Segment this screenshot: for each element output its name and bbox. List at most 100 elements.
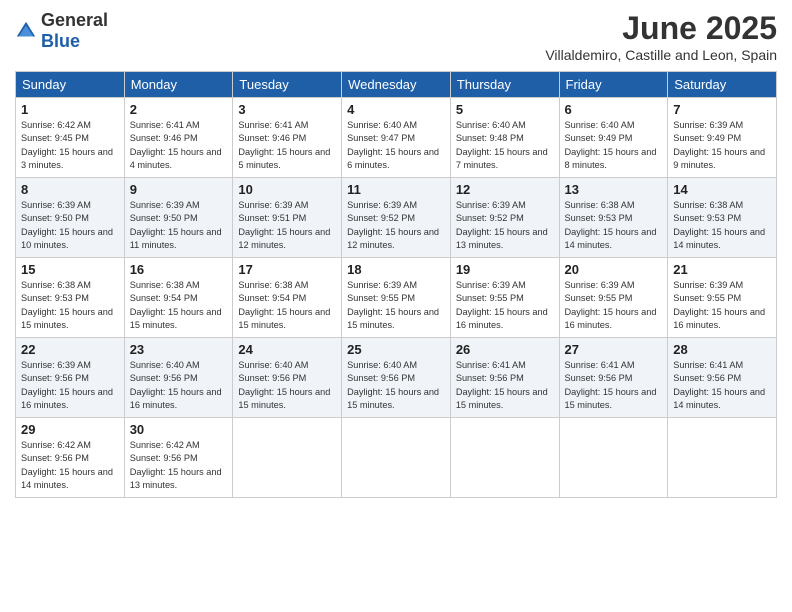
day-number: 30	[130, 422, 228, 437]
table-row: 22 Sunrise: 6:39 AMSunset: 9:56 PMDaylig…	[16, 338, 125, 418]
week-row: 29 Sunrise: 6:42 AMSunset: 9:56 PMDaylig…	[16, 418, 777, 498]
calendar-table: Sunday Monday Tuesday Wednesday Thursday…	[15, 71, 777, 498]
day-number: 18	[347, 262, 445, 277]
week-row: 1 Sunrise: 6:42 AMSunset: 9:45 PMDayligh…	[16, 98, 777, 178]
header: General Blue June 2025 Villaldemiro, Cas…	[15, 10, 777, 63]
day-number: 28	[673, 342, 771, 357]
table-row	[342, 418, 451, 498]
col-friday: Friday	[559, 72, 668, 98]
month-title: June 2025	[545, 10, 777, 47]
table-row	[450, 418, 559, 498]
table-row: 20 Sunrise: 6:39 AMSunset: 9:55 PMDaylig…	[559, 258, 668, 338]
table-row: 29 Sunrise: 6:42 AMSunset: 9:56 PMDaylig…	[16, 418, 125, 498]
day-info: Sunrise: 6:38 AMSunset: 9:54 PMDaylight:…	[130, 280, 222, 330]
table-row: 27 Sunrise: 6:41 AMSunset: 9:56 PMDaylig…	[559, 338, 668, 418]
day-info: Sunrise: 6:41 AMSunset: 9:46 PMDaylight:…	[130, 120, 222, 170]
day-number: 29	[21, 422, 119, 437]
day-info: Sunrise: 6:42 AMSunset: 9:56 PMDaylight:…	[21, 440, 113, 490]
day-number: 20	[565, 262, 663, 277]
day-number: 12	[456, 182, 554, 197]
day-info: Sunrise: 6:39 AMSunset: 9:55 PMDaylight:…	[565, 280, 657, 330]
day-info: Sunrise: 6:39 AMSunset: 9:50 PMDaylight:…	[130, 200, 222, 250]
day-info: Sunrise: 6:40 AMSunset: 9:49 PMDaylight:…	[565, 120, 657, 170]
week-row: 15 Sunrise: 6:38 AMSunset: 9:53 PMDaylig…	[16, 258, 777, 338]
day-info: Sunrise: 6:38 AMSunset: 9:54 PMDaylight:…	[238, 280, 330, 330]
day-info: Sunrise: 6:39 AMSunset: 9:56 PMDaylight:…	[21, 360, 113, 410]
table-row: 17 Sunrise: 6:38 AMSunset: 9:54 PMDaylig…	[233, 258, 342, 338]
col-thursday: Thursday	[450, 72, 559, 98]
table-row: 9 Sunrise: 6:39 AMSunset: 9:50 PMDayligh…	[124, 178, 233, 258]
day-info: Sunrise: 6:39 AMSunset: 9:50 PMDaylight:…	[21, 200, 113, 250]
day-info: Sunrise: 6:41 AMSunset: 9:56 PMDaylight:…	[456, 360, 548, 410]
day-number: 17	[238, 262, 336, 277]
col-saturday: Saturday	[668, 72, 777, 98]
col-sunday: Sunday	[16, 72, 125, 98]
day-info: Sunrise: 6:40 AMSunset: 9:56 PMDaylight:…	[130, 360, 222, 410]
day-info: Sunrise: 6:38 AMSunset: 9:53 PMDaylight:…	[565, 200, 657, 250]
table-row: 13 Sunrise: 6:38 AMSunset: 9:53 PMDaylig…	[559, 178, 668, 258]
table-row: 7 Sunrise: 6:39 AMSunset: 9:49 PMDayligh…	[668, 98, 777, 178]
table-row: 24 Sunrise: 6:40 AMSunset: 9:56 PMDaylig…	[233, 338, 342, 418]
col-monday: Monday	[124, 72, 233, 98]
day-info: Sunrise: 6:39 AMSunset: 9:52 PMDaylight:…	[456, 200, 548, 250]
col-tuesday: Tuesday	[233, 72, 342, 98]
day-number: 6	[565, 102, 663, 117]
logo-icon	[15, 20, 37, 42]
day-number: 24	[238, 342, 336, 357]
logo-general: General	[41, 10, 108, 30]
table-row: 1 Sunrise: 6:42 AMSunset: 9:45 PMDayligh…	[16, 98, 125, 178]
day-number: 2	[130, 102, 228, 117]
table-row: 11 Sunrise: 6:39 AMSunset: 9:52 PMDaylig…	[342, 178, 451, 258]
table-row: 8 Sunrise: 6:39 AMSunset: 9:50 PMDayligh…	[16, 178, 125, 258]
week-row: 22 Sunrise: 6:39 AMSunset: 9:56 PMDaylig…	[16, 338, 777, 418]
day-number: 16	[130, 262, 228, 277]
table-row: 14 Sunrise: 6:38 AMSunset: 9:53 PMDaylig…	[668, 178, 777, 258]
table-row: 2 Sunrise: 6:41 AMSunset: 9:46 PMDayligh…	[124, 98, 233, 178]
day-info: Sunrise: 6:38 AMSunset: 9:53 PMDaylight:…	[673, 200, 765, 250]
table-row: 10 Sunrise: 6:39 AMSunset: 9:51 PMDaylig…	[233, 178, 342, 258]
table-row: 3 Sunrise: 6:41 AMSunset: 9:46 PMDayligh…	[233, 98, 342, 178]
day-number: 1	[21, 102, 119, 117]
day-number: 22	[21, 342, 119, 357]
day-number: 10	[238, 182, 336, 197]
day-info: Sunrise: 6:41 AMSunset: 9:46 PMDaylight:…	[238, 120, 330, 170]
day-number: 23	[130, 342, 228, 357]
day-number: 8	[21, 182, 119, 197]
day-info: Sunrise: 6:40 AMSunset: 9:56 PMDaylight:…	[347, 360, 439, 410]
day-number: 26	[456, 342, 554, 357]
day-info: Sunrise: 6:39 AMSunset: 9:51 PMDaylight:…	[238, 200, 330, 250]
day-info: Sunrise: 6:41 AMSunset: 9:56 PMDaylight:…	[565, 360, 657, 410]
day-number: 25	[347, 342, 445, 357]
day-info: Sunrise: 6:39 AMSunset: 9:55 PMDaylight:…	[456, 280, 548, 330]
day-info: Sunrise: 6:39 AMSunset: 9:52 PMDaylight:…	[347, 200, 439, 250]
logo-blue: Blue	[41, 31, 80, 51]
day-number: 14	[673, 182, 771, 197]
day-number: 19	[456, 262, 554, 277]
table-row: 16 Sunrise: 6:38 AMSunset: 9:54 PMDaylig…	[124, 258, 233, 338]
day-info: Sunrise: 6:39 AMSunset: 9:55 PMDaylight:…	[673, 280, 765, 330]
day-info: Sunrise: 6:39 AMSunset: 9:55 PMDaylight:…	[347, 280, 439, 330]
day-number: 4	[347, 102, 445, 117]
day-info: Sunrise: 6:40 AMSunset: 9:56 PMDaylight:…	[238, 360, 330, 410]
day-number: 5	[456, 102, 554, 117]
table-row	[559, 418, 668, 498]
day-number: 9	[130, 182, 228, 197]
table-row: 6 Sunrise: 6:40 AMSunset: 9:49 PMDayligh…	[559, 98, 668, 178]
table-row: 30 Sunrise: 6:42 AMSunset: 9:56 PMDaylig…	[124, 418, 233, 498]
header-row: Sunday Monday Tuesday Wednesday Thursday…	[16, 72, 777, 98]
day-number: 27	[565, 342, 663, 357]
table-row: 19 Sunrise: 6:39 AMSunset: 9:55 PMDaylig…	[450, 258, 559, 338]
day-number: 11	[347, 182, 445, 197]
page: General Blue June 2025 Villaldemiro, Cas…	[0, 0, 792, 612]
day-number: 21	[673, 262, 771, 277]
col-wednesday: Wednesday	[342, 72, 451, 98]
day-info: Sunrise: 6:38 AMSunset: 9:53 PMDaylight:…	[21, 280, 113, 330]
table-row: 15 Sunrise: 6:38 AMSunset: 9:53 PMDaylig…	[16, 258, 125, 338]
table-row: 5 Sunrise: 6:40 AMSunset: 9:48 PMDayligh…	[450, 98, 559, 178]
table-row	[233, 418, 342, 498]
day-info: Sunrise: 6:40 AMSunset: 9:48 PMDaylight:…	[456, 120, 548, 170]
day-info: Sunrise: 6:42 AMSunset: 9:56 PMDaylight:…	[130, 440, 222, 490]
day-number: 13	[565, 182, 663, 197]
table-row: 4 Sunrise: 6:40 AMSunset: 9:47 PMDayligh…	[342, 98, 451, 178]
day-info: Sunrise: 6:41 AMSunset: 9:56 PMDaylight:…	[673, 360, 765, 410]
